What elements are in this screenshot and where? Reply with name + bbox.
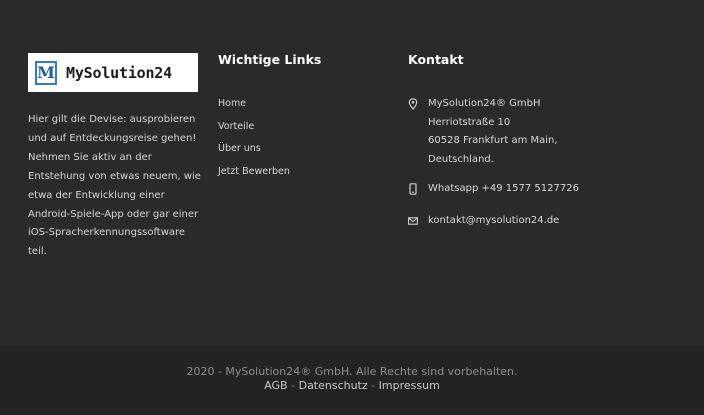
legal-links: AGB - Datenschutz - Impressum — [0, 379, 704, 392]
footer-bottom-bar: 2020 - MySolution24® GmbH. Alle Rechte s… — [0, 346, 704, 415]
logo-mark-icon: M — [35, 60, 57, 85]
important-links-list: Home Vorteile Über uns Jetzt Bewerben — [218, 98, 290, 189]
address-line: Herriotstraße 10 — [428, 116, 511, 128]
address-line: 60528 Frankfurt am Main, — [428, 135, 558, 147]
mobile-phone-icon — [409, 183, 417, 195]
footer-main: M MySolution24 Hier gilt die Devise: aus… — [0, 0, 704, 346]
location-pin-icon — [408, 98, 418, 110]
link-item: Vorteile — [218, 121, 290, 144]
footer-link-jetzt-bewerben[interactable]: Jetzt Bewerben — [218, 166, 290, 177]
envelope-icon — [408, 217, 418, 225]
footer-link-ueber-uns[interactable]: Über uns — [218, 143, 261, 154]
footer-link-home[interactable]: Home — [218, 98, 246, 109]
address-line: Deutschland. — [428, 153, 494, 165]
contact-address: MySolution24® GmbH Herriotstraße 10 6052… — [408, 95, 558, 169]
contact-phone: Whatsapp +49 1577 5127726 — [408, 180, 579, 199]
link-item: Home — [218, 98, 290, 121]
link-item: Über uns — [218, 143, 290, 166]
legal-link-datenschutz[interactable]: Datenschutz — [299, 379, 368, 392]
email-link[interactable]: kontakt@mysolution24.de — [428, 212, 559, 231]
company-logo[interactable]: M MySolution24 — [28, 53, 198, 92]
separator: - — [291, 379, 296, 392]
contact-heading: Kontakt — [408, 52, 464, 67]
contact-email: kontakt@mysolution24.de — [408, 212, 559, 231]
phone-link[interactable]: Whatsapp +49 1577 5127726 — [428, 180, 579, 199]
logo-text: MySolution24 — [66, 63, 172, 82]
separator: - — [371, 379, 376, 392]
links-heading: Wichtige Links — [218, 52, 322, 67]
footer-link-vorteile[interactable]: Vorteile — [218, 121, 254, 132]
address-line: MySolution24® GmbH — [428, 98, 541, 109]
copyright-text: 2020 - MySolution24® GmbH. Alle Rechte s… — [186, 365, 518, 378]
legal-link-impressum[interactable]: Impressum — [379, 379, 440, 392]
link-item: Jetzt Bewerben — [218, 166, 290, 189]
about-text: Hier gilt die Devise: ausprobieren und a… — [28, 114, 201, 258]
legal-link-agb[interactable]: AGB — [264, 379, 287, 392]
